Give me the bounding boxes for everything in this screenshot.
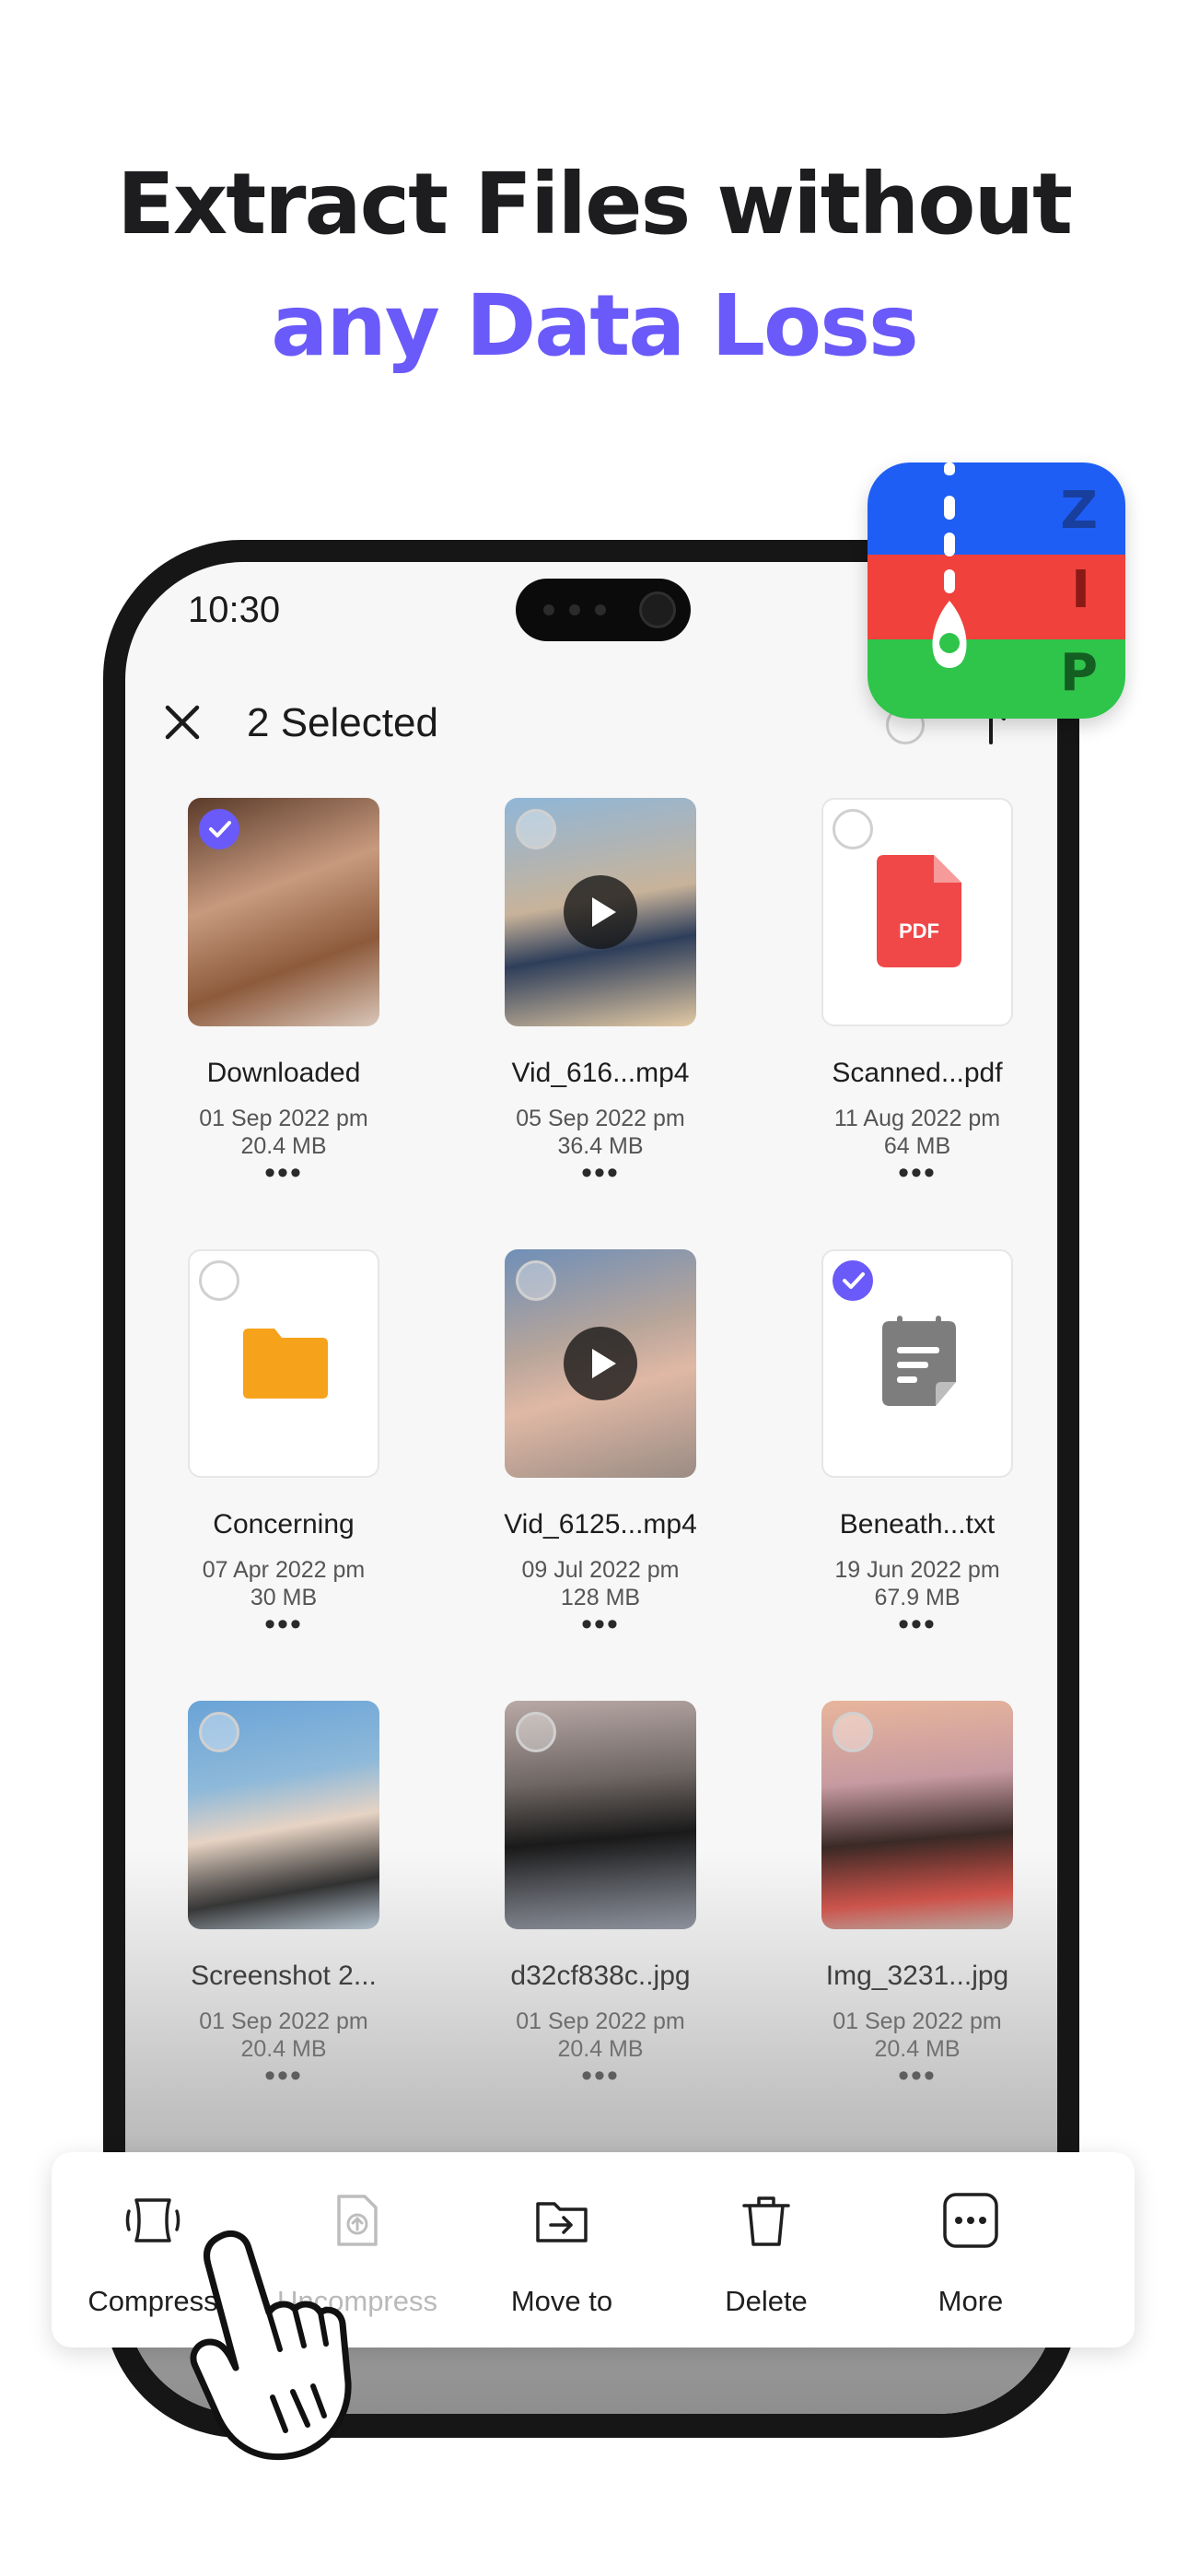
zipper-icon [932,463,967,668]
checkbox-checked-icon[interactable] [199,809,239,849]
text-file-icon [880,1316,958,1416]
more-label: More [938,2285,1004,2317]
file-grid-item[interactable]: Vid_616...mp4 05 Sep 2022 pm 36.4 MB ••• [462,798,739,1222]
compress-icon [125,2198,181,2242]
move-to-icon [536,2202,588,2242]
camera-icon [639,591,676,628]
checkbox-icon[interactable] [199,1260,239,1301]
status-time: 10:30 [188,590,281,630]
file-name: Screenshot 2... [191,1961,377,1991]
checkbox-icon[interactable] [516,809,556,849]
zip-letter-p: P [1059,643,1098,703]
file-date: 19 Jun 2022 pm [834,1557,1000,1583]
file-more-button[interactable]: ••• [146,1157,422,1188]
file-grid-item[interactable]: Beneath...txt 19 Jun 2022 pm 67.9 MB ••• [779,1249,1055,1673]
checkbox-icon[interactable] [833,1712,873,1752]
file-date: 11 Aug 2022 pm [833,1106,1001,1131]
more-button[interactable]: More [869,2152,1072,2348]
delete-label: Delete [725,2285,808,2317]
file-grid-item[interactable]: Screenshot 2... 01 Sep 2022 pm 20.4 MB ••• [146,1701,422,2125]
file-more-button[interactable]: ••• [462,2060,739,2091]
file-date: 01 Sep 2022 pm [199,1106,368,1131]
file-name: Scanned...pdf [832,1058,1003,1088]
close-icon[interactable] [160,700,204,744]
file-date: 01 Sep 2022 pm [833,2008,1002,2034]
play-icon[interactable] [564,1327,637,1400]
zip-letter-z: Z [1060,481,1098,541]
file-name: Vid_616...mp4 [511,1058,690,1088]
zip-app-logo: Z I P [868,463,1125,719]
file-date: 01 Sep 2022 pm [516,2008,685,2034]
more-icon [943,2193,998,2248]
pdf-icon: PDF [877,855,961,967]
pdf-badge-label: PDF [899,919,939,943]
file-more-button[interactable]: ••• [462,1609,739,1640]
checkbox-icon[interactable] [516,1260,556,1301]
headline-line-2: any Data Loss [271,276,918,375]
delete-button[interactable]: Delete [665,2152,868,2348]
file-grid-item[interactable]: Concerning 07 Apr 2022 pm 30 MB ••• [146,1249,422,1673]
checkbox-icon[interactable] [199,1712,239,1752]
file-name: Concerning [213,1509,355,1540]
dynamic-island [516,579,691,641]
file-name: Img_3231...jpg [825,1961,1009,1991]
file-date: 01 Sep 2022 pm [199,2008,368,2034]
checkbox-icon[interactable] [516,1712,556,1752]
phone-screen: 10:30 2 Selected Downloaded 01 Sep 2022 p… [125,562,1057,2414]
file-grid-item[interactable]: Vid_6125...mp4 09 Jul 2022 pm 128 MB ••• [462,1249,739,1673]
file-grid-item[interactable]: PDF Scanned...pdf 11 Aug 2022 pm 64 MB ••• [779,798,1055,1222]
zip-letter-i: I [1071,560,1090,620]
selection-count-title: 2 Selected [247,700,438,745]
checkbox-checked-icon[interactable] [833,1260,873,1301]
file-more-button[interactable]: ••• [462,1157,739,1188]
file-date: 07 Apr 2022 pm [202,1557,366,1583]
delete-icon [742,2196,790,2246]
checkbox-icon[interactable] [833,809,873,849]
file-more-button[interactable]: ••• [779,1609,1055,1640]
file-more-button[interactable]: ••• [146,2060,422,2091]
move-to-label: Move to [510,2285,613,2317]
move-to-button[interactable]: Move to [460,2152,663,2348]
file-more-button[interactable]: ••• [779,1157,1055,1188]
headline-line-1: Extract Files without [117,155,1073,253]
file-date: 09 Jul 2022 pm [521,1557,680,1583]
file-name: d32cf838c..jpg [510,1961,691,1991]
file-name: Beneath...txt [839,1509,996,1540]
folder-icon [243,1329,328,1403]
file-date: 05 Sep 2022 pm [516,1106,685,1131]
file-grid-item[interactable]: Img_3231...jpg 01 Sep 2022 pm 20.4 MB ••• [779,1701,1055,2125]
file-more-button[interactable]: ••• [779,2060,1055,2091]
tap-hand-icon [190,2231,352,2461]
play-icon[interactable] [564,875,637,949]
file-grid-item[interactable]: d32cf838c..jpg 01 Sep 2022 pm 20.4 MB ••• [462,1701,739,2125]
file-more-button[interactable]: ••• [146,1609,422,1640]
file-grid-item[interactable]: Downloaded 01 Sep 2022 pm 20.4 MB ••• [146,798,422,1222]
file-name: Downloaded [206,1058,361,1088]
file-name: Vid_6125...mp4 [504,1509,697,1540]
